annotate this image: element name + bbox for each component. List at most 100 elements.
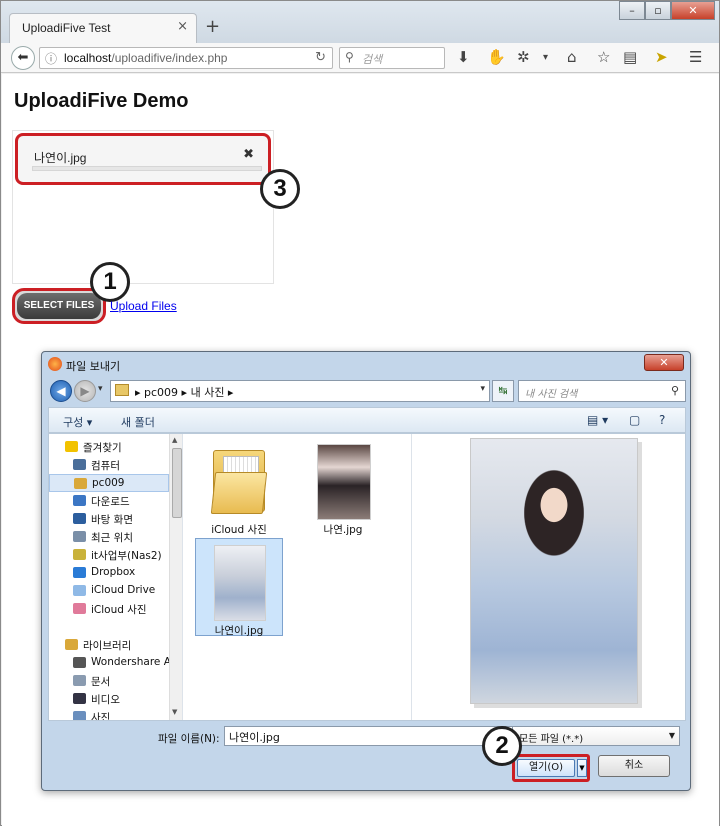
download-icon[interactable]: ⬇ xyxy=(457,48,470,66)
dialog-content: 즐겨찾기 컴퓨터 pc009 다운로드 바탕 화면 최근 위치 it사업부(Na… xyxy=(48,433,686,721)
help-icon[interactable]: ? xyxy=(659,413,665,427)
breadcrumb-item[interactable]: pc009 xyxy=(144,386,178,399)
address-dropdown-icon[interactable]: ▾ xyxy=(480,384,485,394)
nav-item-computer[interactable]: 컴퓨터 xyxy=(49,456,169,474)
cursor-icon[interactable]: ➤ xyxy=(655,48,668,66)
scroll-thumb[interactable] xyxy=(172,448,182,518)
nav-item-icloud-photos[interactable]: iCloud 사진 xyxy=(49,600,169,618)
url-path: /uploadifive/index.php xyxy=(111,51,228,65)
address-row: ◀ ▶ ▾ ▸ pc009 ▸ 내 사진 ▸ ▾ ↹ 내 사진 검색 ⚲ xyxy=(48,379,686,403)
minimize-button[interactable]: – xyxy=(619,1,645,20)
maximize-button[interactable]: ▫ xyxy=(645,1,671,20)
home-icon[interactable]: ⌂ xyxy=(567,48,577,66)
folder-front-shape xyxy=(210,472,268,514)
preview-image xyxy=(470,438,638,704)
cancel-button[interactable]: 취소 xyxy=(598,755,670,777)
nav-item-pc009[interactable]: pc009 xyxy=(49,474,169,492)
photos-icon xyxy=(73,603,86,614)
browser-tab[interactable]: UploadiFive Test × xyxy=(9,13,197,43)
url-text: localhost/uploadifive/index.php xyxy=(64,51,227,65)
preview-pane-icon[interactable]: ▢ xyxy=(629,413,640,427)
hand-icon[interactable]: ✋ xyxy=(487,48,506,66)
view-options-icon[interactable]: ▤ ▾ xyxy=(587,413,608,427)
navigation-pane: 즐겨찾기 컴퓨터 pc009 다운로드 바탕 화면 최근 위치 it사업부(Na… xyxy=(49,434,183,720)
tab-close-icon[interactable]: × xyxy=(177,19,188,34)
search-placeholder: 검색 xyxy=(362,53,383,66)
filetype-select[interactable]: 모든 파일 (*.*) ▼ xyxy=(512,726,680,746)
nav-item-label: iCloud 사진 xyxy=(91,604,147,616)
new-folder-button[interactable]: 새 폴더 xyxy=(121,414,155,430)
search-bar[interactable]: ⚲ 검색 xyxy=(339,47,445,69)
extension-icon[interactable]: ✲ xyxy=(517,48,530,66)
recent-icon xyxy=(73,531,86,542)
url-bar[interactable]: ⓘ localhost/uploadifive/index.php ↻ xyxy=(39,47,333,69)
nav-item-wondershare[interactable]: Wondershare All xyxy=(49,654,177,672)
queue-item-filename: 나연이.jpg xyxy=(34,151,87,165)
file-list: iCloud 사진 나연.jpg 나연이.jpg xyxy=(183,434,411,720)
chevron-down-icon: ▼ xyxy=(579,764,585,772)
nav-item-desktop[interactable]: 바탕 화면 xyxy=(49,510,169,528)
upload-progress-bar xyxy=(32,166,262,171)
scroll-up-icon[interactable]: ▲ xyxy=(172,436,177,444)
app-icon xyxy=(73,657,86,668)
reload-icon[interactable]: ↻ xyxy=(315,50,326,65)
downloads-icon xyxy=(73,495,86,506)
step-badge-1: 1 xyxy=(90,262,130,302)
filename-label: 파일 이름(N): xyxy=(158,733,220,745)
breadcrumb-item[interactable]: 내 사진 xyxy=(191,386,225,399)
open-split-dropdown[interactable]: ▼ xyxy=(577,759,587,777)
computer-icon xyxy=(73,459,86,470)
nav-item-nas[interactable]: it사업부(Nas2) xyxy=(49,546,169,564)
file-item-icloud-photos[interactable]: iCloud 사진 xyxy=(195,438,283,536)
nav-item-documents[interactable]: 문서 xyxy=(49,672,169,690)
history-dropdown-icon[interactable]: ▾ xyxy=(98,384,103,394)
nav-item-libraries[interactable]: 라이브러리 xyxy=(49,636,169,654)
info-icon[interactable]: ⓘ xyxy=(45,50,57,67)
clipboard-icon[interactable]: ▤ xyxy=(623,48,637,66)
dialog-search-input[interactable]: 내 사진 검색 ⚲ xyxy=(518,380,686,402)
dialog-refresh-button[interactable]: ↹ xyxy=(492,380,514,402)
remove-file-icon[interactable]: ✖ xyxy=(243,147,254,162)
file-item-nayeoni[interactable]: 나연이.jpg xyxy=(195,538,283,637)
file-item-nayeon[interactable]: 나연.jpg xyxy=(299,438,387,536)
dialog-back-button[interactable]: ◀ xyxy=(50,380,72,402)
nav-item-downloads[interactable]: 다운로드 xyxy=(49,492,169,510)
file-name: 나연.jpg xyxy=(323,524,363,536)
browser-window: UploadiFive Test × + – ▫ ✕ ⬅ ⓘ localhost… xyxy=(0,0,720,826)
nav-item-dropbox[interactable]: Dropbox xyxy=(49,564,169,582)
nav-item-recent[interactable]: 최근 위치 xyxy=(49,528,169,546)
upload-files-link[interactable]: Upload Files xyxy=(110,299,177,313)
address-box[interactable]: ▸ pc009 ▸ 내 사진 ▸ ▾ xyxy=(110,380,490,402)
open-button[interactable]: 열기(O) xyxy=(517,759,575,777)
breadcrumb: ▸ pc009 ▸ 내 사진 ▸ xyxy=(135,386,234,399)
nav-item-icloud-drive[interactable]: iCloud Drive xyxy=(49,582,169,600)
command-bar: 구성 ▾ 새 폴더 ▤ ▾ ▢ ? xyxy=(48,407,686,433)
search-icon: ⚲ xyxy=(345,50,354,64)
firefox-icon xyxy=(48,357,62,371)
nav-item-videos[interactable]: 비디오 xyxy=(49,690,169,708)
dialog-title: 파일 보내기 xyxy=(66,360,121,373)
dialog-forward-button[interactable]: ▶ xyxy=(74,380,96,402)
close-window-button[interactable]: ✕ xyxy=(671,1,715,20)
nav-item-favorites[interactable]: 즐겨찾기 xyxy=(49,438,169,456)
menu-icon[interactable]: ☰ xyxy=(689,48,702,66)
file-name: iCloud 사진 xyxy=(211,524,267,536)
dropdown-arrow-icon[interactable]: ▾ xyxy=(543,52,548,63)
nav-item-label: 라이브러리 xyxy=(83,640,132,652)
folder-icon xyxy=(115,384,129,396)
nav-item-label: it사업부(Nas2) xyxy=(91,550,162,562)
filename-input[interactable]: 나연이.jpg xyxy=(224,726,514,746)
desktop-icon xyxy=(73,513,86,524)
bookmark-star-icon[interactable]: ☆ xyxy=(597,48,610,66)
select-files-button[interactable]: SELECT FILES xyxy=(17,293,101,319)
new-tab-icon[interactable]: + xyxy=(205,16,220,37)
nav-pane-scrollbar[interactable]: ▲ ▼ xyxy=(169,434,182,720)
step-badge-3: 3 xyxy=(260,169,300,209)
dialog-close-button[interactable]: ✕ xyxy=(644,354,684,371)
back-button[interactable]: ⬅ xyxy=(11,46,35,70)
nav-item-pictures[interactable]: 사진 xyxy=(49,708,169,720)
folder-icon xyxy=(210,444,268,516)
organize-menu[interactable]: 구성 ▾ xyxy=(63,414,92,430)
file-name: 나연이.jpg xyxy=(214,625,264,637)
scroll-down-icon[interactable]: ▼ xyxy=(172,708,177,716)
